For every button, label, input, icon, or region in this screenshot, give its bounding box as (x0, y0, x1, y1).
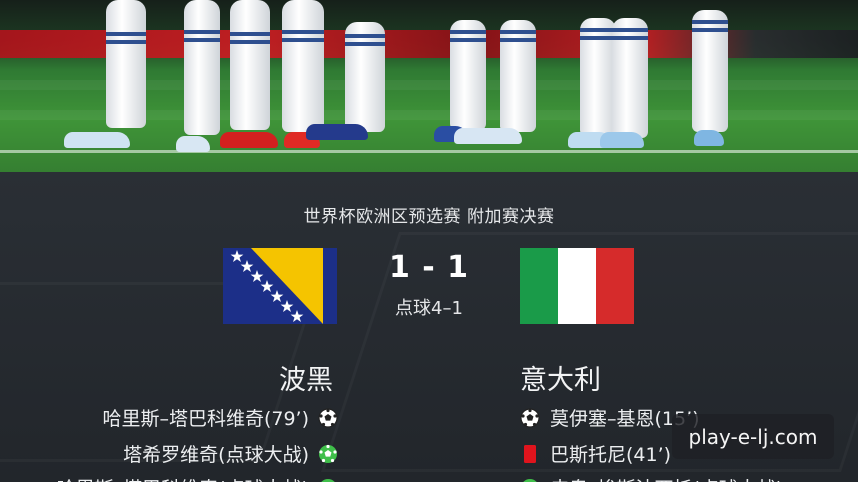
player-leg (282, 0, 324, 132)
penalty-scored-icon (522, 478, 538, 482)
football-boot (220, 132, 278, 148)
site-watermark: play-e-lj.com (672, 414, 834, 459)
player-leg (500, 20, 536, 132)
football-boot (600, 132, 644, 148)
red-card-icon (524, 444, 536, 463)
match-score: 1 - 1 (388, 250, 470, 285)
home-team-name: 波黑 (279, 365, 333, 396)
football-icon (318, 407, 338, 428)
player-leg (580, 18, 616, 136)
away-event-row: 巴斯托尼(41’) (520, 440, 671, 467)
home-event-row: 哈里斯–塔巴科维奇(79’) (102, 404, 338, 431)
event-text: 哈里斯–塔巴科维奇(点球大战) (57, 474, 309, 482)
event-text: 哈里斯–塔巴科维奇(79’) (102, 408, 309, 430)
bosnia-herzegovina-flag (223, 248, 337, 324)
player-leg (450, 20, 486, 130)
flag-stripe-red (596, 248, 634, 324)
player-leg (692, 10, 728, 132)
italy-flag (520, 248, 634, 324)
player-leg (184, 0, 220, 135)
event-text: 塔希罗维奇(点球大战) (123, 444, 309, 466)
away-event-row: 皮奥–埃斯波西托(点球大战) (520, 474, 783, 482)
penalty-scored-icon (320, 478, 336, 482)
penalty-scored-icon (319, 444, 337, 463)
player-leg (106, 0, 146, 128)
event-text: 巴斯托尼(41’) (550, 444, 672, 466)
pitch-line (0, 150, 858, 153)
flag-stripe-green (520, 248, 558, 324)
away-team-name: 意大利 (520, 365, 601, 396)
football-icon (520, 407, 540, 428)
football-boot (454, 128, 522, 144)
football-boot (176, 136, 210, 152)
bosnia-flag-graphic (223, 248, 337, 324)
player-leg (612, 18, 648, 138)
football-boot (306, 124, 368, 140)
flag-stripe-white (558, 248, 596, 324)
football-boot (694, 130, 724, 146)
hero-photo (0, 0, 858, 172)
football-boot (64, 132, 130, 148)
home-event-row: 哈里斯–塔巴科维奇(点球大战) (57, 474, 338, 482)
player-leg (230, 0, 270, 130)
event-text: 皮奥–埃斯波西托(点球大战) (550, 474, 783, 482)
penalty-score: 点球4–1 (395, 298, 463, 319)
home-event-row: 塔希罗维奇(点球大战) (123, 440, 338, 467)
competition-title: 世界杯欧洲区预选赛 附加赛决赛 (303, 207, 555, 227)
player-leg (345, 22, 385, 132)
